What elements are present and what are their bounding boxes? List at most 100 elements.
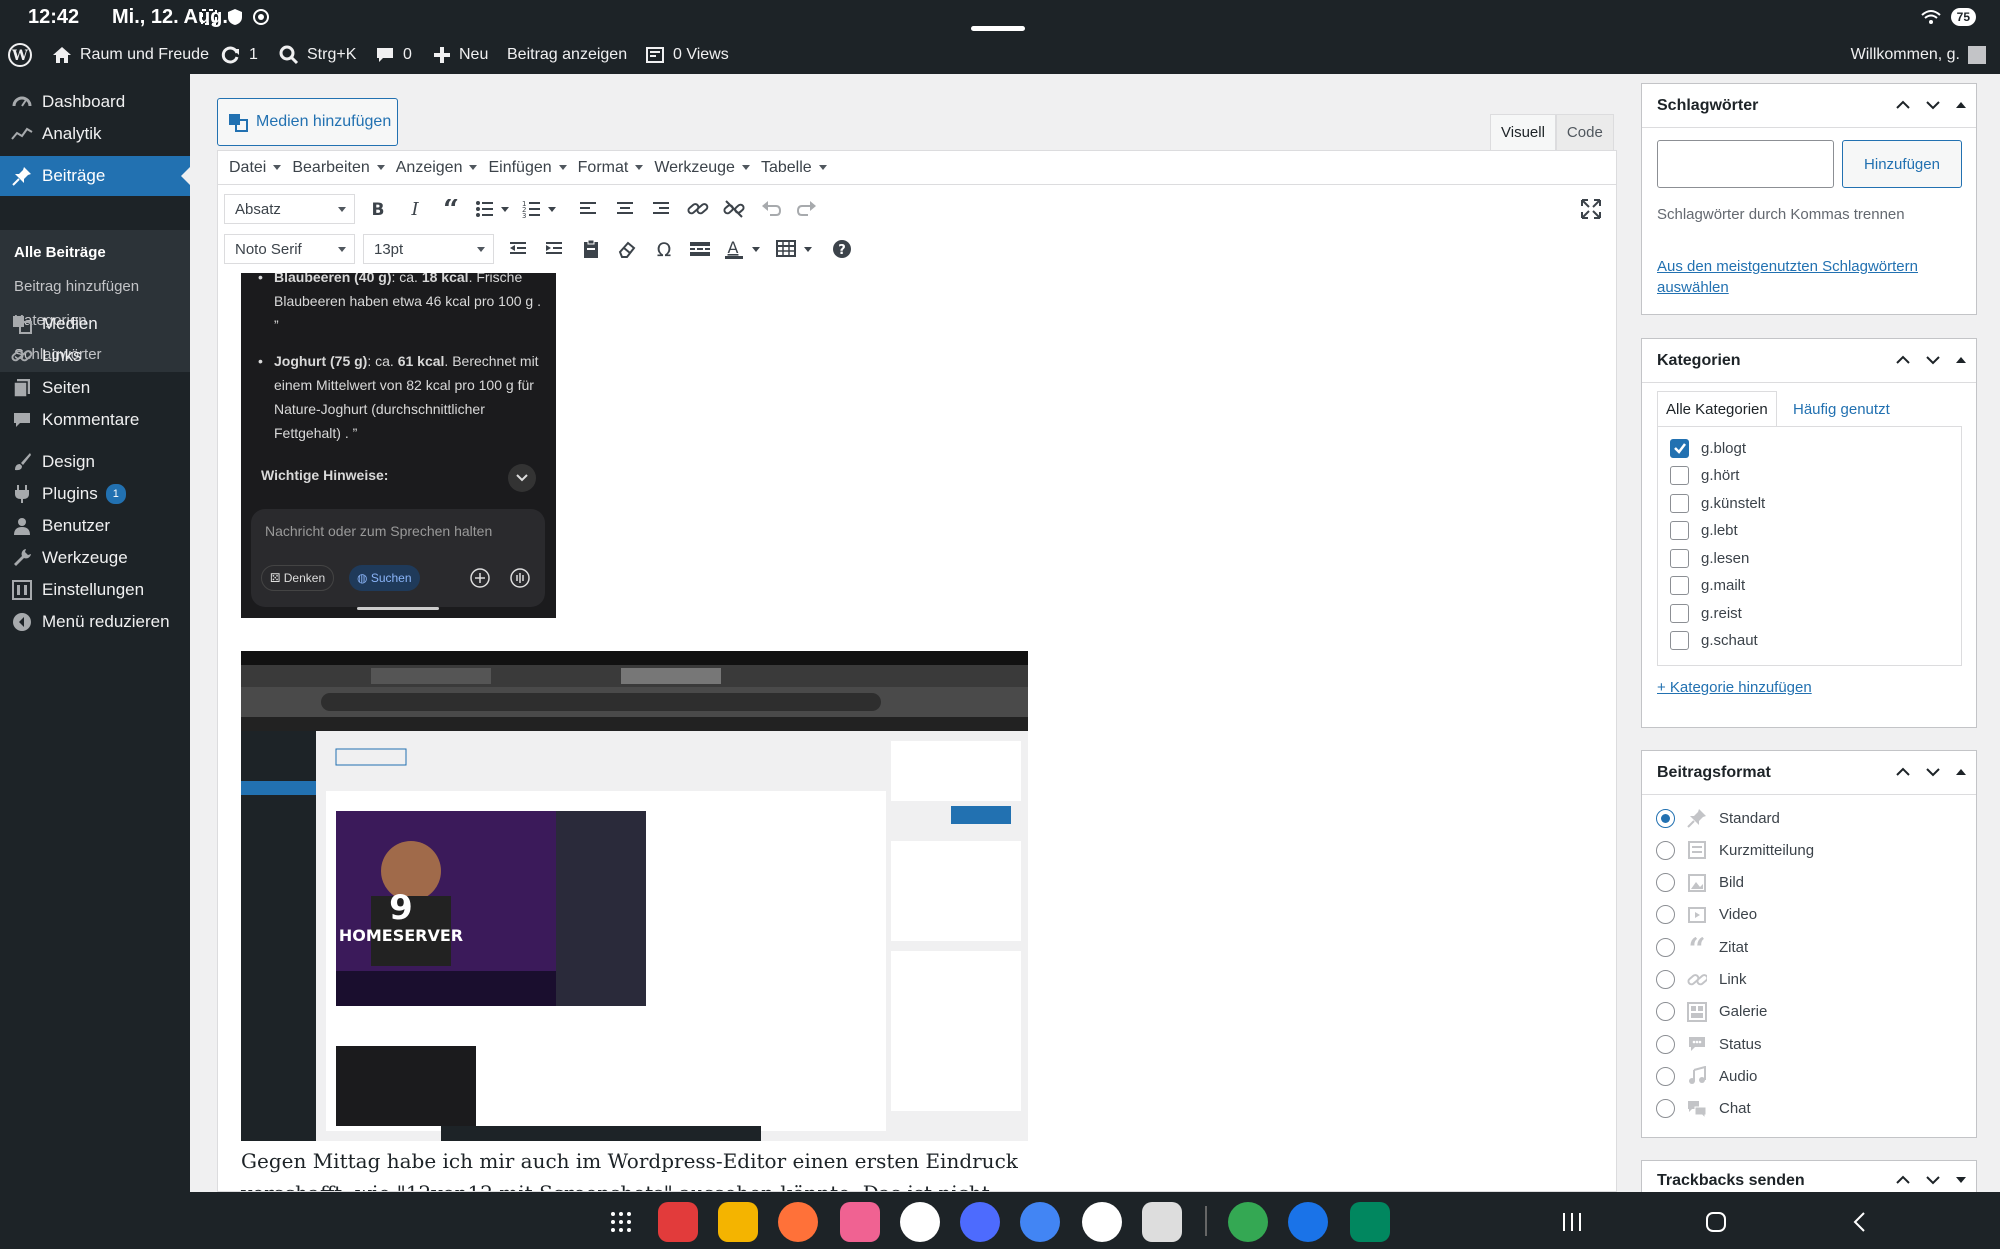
dock-app-files-icon[interactable]	[718, 1202, 758, 1242]
menu-bearbeiten[interactable]: Bearbeiten	[292, 159, 385, 177]
numbered-list-button[interactable]: 123	[520, 194, 560, 224]
menu-datei[interactable]: Datei	[229, 159, 282, 177]
format-select[interactable]: Absatz	[224, 194, 355, 224]
blockquote-button[interactable]: “	[436, 194, 466, 224]
special-char-button[interactable]: Ω	[649, 234, 679, 264]
admin-bar-site[interactable]: Raum und Freude	[52, 36, 209, 74]
submenu-all-posts[interactable]: Alle Beiträge	[14, 244, 106, 261]
menu-einfügen[interactable]: Einfügen	[488, 159, 567, 177]
help-button[interactable]: ?	[827, 234, 857, 264]
format-radio[interactable]	[1656, 905, 1675, 925]
chevron-up-icon[interactable]	[1894, 763, 1912, 781]
embedded-phone-screenshot[interactable]: • Blaubeeren (40 g): ca. 18 kcal. Frisch…	[241, 273, 556, 618]
admin-bar-views[interactable]: 0 Views	[645, 36, 729, 74]
dock-app-deepseek-icon[interactable]	[960, 1202, 1000, 1242]
chevron-down-icon[interactable]	[1924, 351, 1942, 369]
format-radio[interactable]	[1656, 970, 1675, 989]
bold-button[interactable]: B	[363, 194, 393, 224]
format-option-audio[interactable]: Audio	[1656, 1061, 1757, 1091]
admin-bar-updates[interactable]: 1	[221, 36, 258, 74]
outdent-button[interactable]	[503, 234, 533, 264]
indent-button[interactable]	[539, 234, 569, 264]
tab-popular-categories[interactable]: Häufig genutzt	[1785, 391, 1898, 427]
tab-all-categories[interactable]: Alle Kategorien	[1657, 391, 1777, 427]
category-item[interactable]: g.künstelt	[1670, 490, 1765, 516]
format-option-zitat[interactable]: “ Zitat	[1656, 932, 1748, 962]
text-color-button[interactable]: A	[722, 234, 766, 264]
format-radio[interactable]	[1656, 808, 1675, 828]
category-item[interactable]: g.lebt	[1670, 518, 1738, 544]
format-option-chat[interactable]: Chat	[1656, 1094, 1751, 1124]
format-option-bild[interactable]: Bild	[1656, 868, 1744, 898]
category-checkbox[interactable]	[1670, 576, 1689, 595]
category-item[interactable]: g.schaut	[1670, 628, 1758, 654]
format-option-status[interactable]: Status	[1656, 1029, 1762, 1059]
unlink-button[interactable]	[719, 194, 749, 224]
format-radio[interactable]	[1656, 937, 1675, 957]
collapse-toggle-icon[interactable]	[1954, 1173, 1968, 1187]
dock-app-camera-icon[interactable]	[1142, 1202, 1182, 1242]
insert-link-button[interactable]	[683, 194, 713, 224]
admin-bar-account[interactable]: Willkommen, g.	[1851, 36, 1986, 74]
category-checkbox[interactable]	[1670, 466, 1689, 485]
fullscreen-button[interactable]	[1576, 194, 1606, 224]
embedded-tablet-screenshot[interactable]: 9 HOMESERVER	[241, 651, 1028, 1141]
menu-format[interactable]: Format	[578, 159, 644, 177]
format-radio[interactable]	[1656, 1002, 1675, 1022]
read-more-button[interactable]	[685, 234, 715, 264]
collapse-toggle-icon[interactable]	[1954, 98, 1968, 112]
category-checkbox[interactable]	[1670, 548, 1689, 568]
tags-input[interactable]	[1657, 140, 1834, 188]
admin-bar-comments[interactable]: 0	[375, 36, 412, 74]
format-option-video[interactable]: Video	[1656, 900, 1757, 930]
format-radio[interactable]	[1656, 1099, 1675, 1119]
chevron-up-icon[interactable]	[1894, 96, 1912, 114]
add-tag-button[interactable]: Hinzufügen	[1842, 140, 1962, 188]
sidebar-item-kommentare[interactable]: Kommentare	[0, 400, 190, 440]
collapse-toggle-icon[interactable]	[1954, 353, 1968, 367]
dock-app-playstore-icon[interactable]	[1350, 1202, 1390, 1242]
dock-app-chatgpt-icon[interactable]	[900, 1202, 940, 1242]
format-radio[interactable]	[1656, 1066, 1675, 1086]
sidebar-item-beiträge[interactable]: Beiträge	[0, 156, 190, 196]
format-radio[interactable]	[1656, 840, 1675, 860]
format-radio[interactable]	[1656, 1034, 1675, 1054]
category-item[interactable]: g.lesen	[1670, 545, 1749, 571]
undo-button[interactable]	[756, 194, 786, 224]
add-media-button[interactable]: Medien hinzufügen	[217, 98, 398, 146]
paste-text-button[interactable]	[576, 234, 606, 264]
category-checkbox[interactable]	[1670, 493, 1689, 513]
dock-app-chrome-icon[interactable]	[1228, 1202, 1268, 1242]
app-drawer-icon[interactable]	[609, 1210, 633, 1234]
align-center-button[interactable]	[610, 194, 640, 224]
bullet-list-button[interactable]	[473, 194, 513, 224]
italic-button[interactable]: I	[400, 194, 430, 224]
add-category-link[interactable]: + Kategorie hinzufügen	[1657, 679, 1812, 696]
tab-visual[interactable]: Visuell	[1490, 114, 1556, 150]
wp-logo[interactable]: W	[8, 36, 32, 74]
format-option-standard[interactable]: Standard	[1656, 803, 1780, 833]
admin-bar-new[interactable]: Neu	[433, 36, 488, 74]
category-checkbox[interactable]	[1670, 603, 1689, 623]
dock-app-notes-icon[interactable]	[658, 1202, 698, 1242]
dock-app-messages-icon[interactable]	[1288, 1202, 1328, 1242]
chevron-up-icon[interactable]	[1894, 351, 1912, 369]
chevron-up-icon[interactable]	[1894, 1171, 1912, 1189]
admin-bar-view-post[interactable]: Beitrag anzeigen	[507, 36, 627, 74]
category-checkbox[interactable]	[1670, 521, 1689, 540]
menu-anzeigen[interactable]: Anzeigen	[396, 159, 478, 177]
align-right-button[interactable]	[646, 194, 676, 224]
home-button-icon[interactable]	[1704, 1210, 1728, 1234]
category-item[interactable]: g.blogt	[1670, 435, 1746, 461]
font-size-select[interactable]: 13pt	[363, 234, 494, 264]
admin-bar-search[interactable]: Strg+K	[279, 36, 356, 74]
chevron-down-icon[interactable]	[1924, 763, 1942, 781]
sidebar-item-menü-reduzieren[interactable]: Menü reduzieren	[0, 602, 190, 642]
dock-app-gemini-icon[interactable]	[1020, 1202, 1060, 1242]
recents-icon[interactable]	[1560, 1210, 1584, 1234]
category-checkbox[interactable]	[1670, 438, 1689, 458]
category-item[interactable]: g.mailt	[1670, 573, 1745, 599]
clear-formatting-button[interactable]	[612, 234, 642, 264]
redo-button[interactable]	[792, 194, 822, 224]
chevron-down-icon[interactable]	[1924, 1171, 1942, 1189]
